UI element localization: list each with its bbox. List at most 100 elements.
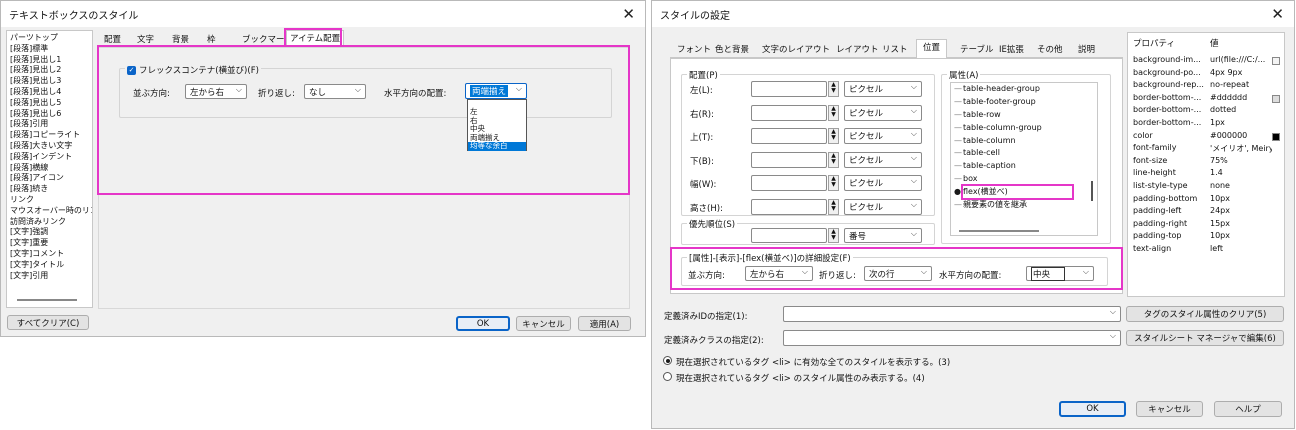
- style-list-item[interactable]: [文字]引用: [7, 271, 92, 282]
- position-spinner[interactable]: ▲ ▼: [828, 175, 839, 191]
- priority-input[interactable]: [751, 228, 827, 243]
- unit-select[interactable]: ピクセル ⌵: [844, 104, 922, 121]
- property-row[interactable]: border-bottom-... dotted: [1128, 105, 1284, 118]
- unit-select[interactable]: ピクセル ⌵: [844, 81, 922, 97]
- property-row[interactable]: color #000000: [1128, 131, 1284, 144]
- close-icon[interactable]: ✕: [622, 5, 635, 23]
- position-spinner[interactable]: ▲ ▼: [828, 198, 839, 215]
- property-row[interactable]: background-im... url(file:///C:/...: [1128, 55, 1284, 68]
- attribute-item[interactable]: — table-cell: [951, 147, 1097, 160]
- ok-button[interactable]: OK: [1059, 401, 1126, 417]
- position-spinner[interactable]: ▲ ▼: [828, 151, 839, 168]
- clear-style-button[interactable]: タグのスタイル属性のクリア(5): [1126, 306, 1284, 322]
- property-row[interactable]: list-style-type none: [1128, 181, 1284, 194]
- style-list-item[interactable]: [段落]見出し6: [7, 109, 92, 120]
- color-swatch-icon: [1272, 57, 1280, 65]
- style-list-item[interactable]: [文字]コメント: [7, 249, 92, 260]
- scrollbar-thumb[interactable]: [17, 299, 77, 301]
- close-icon[interactable]: ✕: [1271, 5, 1284, 23]
- style-list-item[interactable]: [段落]見出し4: [7, 87, 92, 98]
- property-row[interactable]: line-height 1.4: [1128, 168, 1284, 181]
- priority-unit-select[interactable]: 番号 ⌵: [844, 228, 922, 243]
- attribute-list[interactable]: — table-header-group — table-footer-group — t…: [950, 82, 1098, 236]
- clear-all-button[interactable]: すべてクリア(C): [7, 315, 89, 330]
- unit-select[interactable]: ピクセル ⌵: [844, 151, 922, 168]
- attribute-item[interactable]: — table-header-group: [951, 83, 1097, 96]
- property-row[interactable]: padding-left 24px: [1128, 206, 1284, 219]
- tab-layout[interactable]: レイアウト: [833, 42, 882, 58]
- position-input[interactable]: [751, 128, 827, 144]
- style-list-item[interactable]: [段落]見出し2: [7, 65, 92, 76]
- property-row[interactable]: font-size 75%: [1128, 156, 1284, 169]
- apply-button[interactable]: 適用(A): [578, 316, 631, 331]
- position-input[interactable]: [751, 198, 827, 215]
- style-list-item[interactable]: [段落]続き: [7, 184, 92, 195]
- tab-list[interactable]: リスト: [879, 42, 911, 58]
- property-row[interactable]: padding-bottom 10px: [1128, 194, 1284, 207]
- tab-description[interactable]: 説明: [1075, 42, 1098, 58]
- position-spinner[interactable]: ▲ ▼: [828, 104, 839, 121]
- property-row[interactable]: padding-top 10px: [1128, 231, 1284, 244]
- tab-font[interactable]: フォント: [674, 42, 714, 58]
- style-list-item[interactable]: [段落]見出し5: [7, 98, 92, 109]
- property-row[interactable]: border-bottom-... #dddddd: [1128, 93, 1284, 106]
- position-input[interactable]: [751, 81, 827, 97]
- tab-table[interactable]: テーブル: [957, 42, 997, 58]
- help-button[interactable]: ヘルプ: [1214, 401, 1282, 417]
- scrollbar-thumb[interactable]: [1091, 181, 1093, 201]
- property-row[interactable]: padding-right 15px: [1128, 219, 1284, 232]
- style-list-item[interactable]: リンク: [7, 195, 92, 206]
- stylesheet-manager-button[interactable]: スタイルシート マネージャで編集(6): [1126, 330, 1284, 346]
- property-row[interactable]: border-bottom-... 1px: [1128, 118, 1284, 131]
- id-select[interactable]: ⌵: [783, 306, 1121, 322]
- style-list-item[interactable]: [段落]アイコン: [7, 173, 92, 184]
- tab-position[interactable]: 位置: [916, 39, 948, 58]
- style-list-item[interactable]: [段落]インデント: [7, 152, 92, 163]
- tab-ie-extension[interactable]: IE拡張: [996, 42, 1027, 58]
- style-list-item[interactable]: [段落]コピーライト: [7, 130, 92, 141]
- radio-all-styles[interactable]: [663, 356, 672, 365]
- property-row[interactable]: background-rep... no-repeat: [1128, 80, 1284, 93]
- attribute-item[interactable]: — table-caption: [951, 160, 1097, 173]
- attribute-item[interactable]: — table-column: [951, 135, 1097, 148]
- tab-text-layout[interactable]: 文字のレイアウト: [759, 42, 833, 58]
- position-input[interactable]: [751, 175, 827, 191]
- unit-select[interactable]: ピクセル ⌵: [844, 128, 922, 144]
- unit-select[interactable]: ピクセル ⌵: [844, 198, 922, 215]
- style-list-item[interactable]: パーツトップ: [7, 33, 92, 44]
- style-list[interactable]: パーツトップ [段落]標準 [段落]見出し1 [段落]見出し2 [段落]見出し3 [段落]…: [6, 30, 93, 308]
- style-list-item[interactable]: [段落]引用: [7, 119, 92, 130]
- priority-spinner[interactable]: ▲ ▼: [828, 228, 839, 243]
- property-table[interactable]: プロパティ 値 background-im... url(file:///C:/.…: [1127, 32, 1285, 297]
- cancel-button[interactable]: キャンセル: [516, 316, 571, 331]
- attribute-item[interactable]: — table-footer-group: [951, 96, 1097, 109]
- style-list-item[interactable]: [段落]大きい文字: [7, 141, 92, 152]
- style-list-item[interactable]: [文字]重要: [7, 238, 92, 249]
- style-list-item[interactable]: [段落]見出し1: [7, 55, 92, 66]
- property-row[interactable]: background-po... 4px 9px: [1128, 68, 1284, 81]
- position-input[interactable]: [751, 151, 827, 168]
- style-list-item[interactable]: [段落]標準: [7, 44, 92, 55]
- property-row[interactable]: text-align left: [1128, 244, 1284, 257]
- radio-style-attr-only[interactable]: [663, 372, 672, 381]
- style-list-item[interactable]: [文字]タイトル: [7, 260, 92, 271]
- position-spinner[interactable]: ▲ ▼: [828, 81, 839, 97]
- property-row[interactable]: font-family'メイリオ', Meiry...: [1128, 143, 1284, 156]
- position-input[interactable]: [751, 104, 827, 121]
- class-select[interactable]: ⌵: [783, 330, 1121, 346]
- unit-select[interactable]: ピクセル ⌵: [844, 175, 922, 191]
- attribute-item[interactable]: — table-column-group: [951, 122, 1097, 135]
- tab-color-bg[interactable]: 色と背景: [712, 42, 752, 58]
- style-list-item[interactable]: [文字]強調: [7, 227, 92, 238]
- style-list-item[interactable]: [段落]横線: [7, 163, 92, 174]
- attribute-item[interactable]: — 親要素の値を継承: [951, 199, 1097, 212]
- style-list-item[interactable]: [段落]見出し3: [7, 76, 92, 87]
- scrollbar-track[interactable]: [959, 230, 1039, 232]
- ok-button[interactable]: OK: [456, 316, 510, 331]
- attribute-item[interactable]: — table-row: [951, 109, 1097, 122]
- style-list-item[interactable]: マウスオーバー時のリン: [7, 206, 92, 217]
- style-list-item[interactable]: 訪問済みリンク: [7, 217, 92, 228]
- tab-other[interactable]: その他: [1034, 42, 1066, 58]
- position-spinner[interactable]: ▲ ▼: [828, 128, 839, 144]
- cancel-button[interactable]: キャンセル: [1136, 401, 1203, 417]
